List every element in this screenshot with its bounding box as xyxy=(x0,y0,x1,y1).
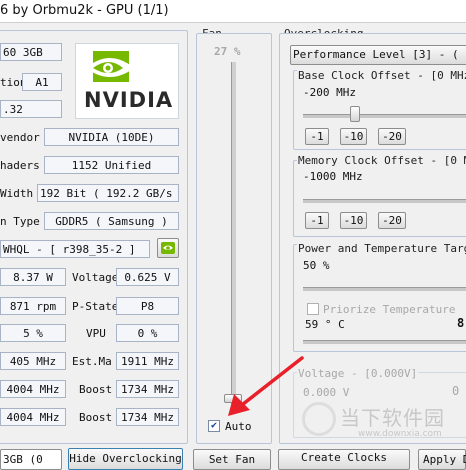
driver-field: WHQL - [ r398_35-2 ] xyxy=(0,240,150,258)
nvidia-small-icon xyxy=(161,242,175,254)
watermark-url: www.downxia.com xyxy=(358,429,442,439)
set-fan-button[interactable]: Set Fan xyxy=(193,449,271,470)
revision-field: A1 xyxy=(22,73,62,91)
voltage-offset-title: Voltage - [0.000V] xyxy=(297,367,419,380)
base-clock-minus-1-button[interactable]: -1 xyxy=(305,128,329,145)
hide-overclocking-button[interactable]: Hide Overclocking xyxy=(68,448,183,470)
gpu-select-dropdown[interactable]: 3GB (0 xyxy=(0,449,62,470)
default-memory-clock-field: 4004 MHz xyxy=(0,408,66,426)
boost-field: 1734 MHz xyxy=(116,380,179,398)
bios-field: .32 xyxy=(0,100,62,118)
pstate-label: P-State xyxy=(72,300,119,313)
performance-level-value: Performance Level [3] - ( xyxy=(293,48,459,61)
title-bar: 6 by Orbmu2k - GPU (1/1) xyxy=(0,0,466,23)
est-max-field: 1911 MHz xyxy=(116,352,179,370)
window-title: 6 by Orbmu2k - GPU (1/1) xyxy=(0,3,169,18)
gpu-clock-field: 405 MHz xyxy=(0,352,66,370)
shaders-label: haders xyxy=(0,159,40,172)
memory-clock-field: 4004 MHz xyxy=(0,380,66,398)
base-clock-minus-20-button[interactable]: -20 xyxy=(378,128,406,145)
vpu-label: VPU xyxy=(86,327,106,340)
bus-width-field: 192 Bit ( 192.2 GB/s ) xyxy=(37,184,179,202)
voltage-label: Voltage xyxy=(72,271,119,284)
gpu-select-value: 3GB (0 xyxy=(3,453,43,466)
nvidia-logo: NVIDIA xyxy=(75,43,179,119)
memory-clock-value: -1000 MHz xyxy=(303,170,363,183)
fan-percent-field: 5 % xyxy=(0,324,66,342)
base-clock-value: -200 MHz xyxy=(303,86,356,99)
memory-clock-slider-track[interactable] xyxy=(303,199,466,203)
prioritize-temp-label: Priorize Temperature xyxy=(323,303,456,316)
base-clock-slider-thumb[interactable] xyxy=(350,106,360,122)
vendor-label: vendor xyxy=(0,131,40,144)
fan-auto-label: Auto xyxy=(225,420,252,433)
memory-clock-minus-20-button[interactable]: -20 xyxy=(378,212,406,229)
annotation-arrow-icon xyxy=(228,356,304,416)
vendor-field: NVIDIA (10DE) xyxy=(44,128,179,146)
fan-rpm-field: 871 rpm xyxy=(0,297,66,315)
voltage-field: 0.625 V xyxy=(116,268,179,286)
gpu-name-field: 60 3GB xyxy=(0,43,62,61)
apply-defaults-button[interactable]: Apply D xyxy=(418,449,466,470)
temp-target-slider-track[interactable] xyxy=(303,340,466,344)
boost-label: Boost xyxy=(79,383,113,396)
temp-target-value: 59 ° C xyxy=(305,318,345,331)
fan-auto-checkbox[interactable]: ✔ xyxy=(208,420,220,432)
create-clocks-button[interactable]: Create Clocks xyxy=(278,449,410,470)
memory-clock-minus-10-button[interactable]: -10 xyxy=(340,212,367,229)
voltage-offset-right-value: 0 xyxy=(452,384,460,398)
memory-clock-minus-1-button[interactable]: -1 xyxy=(305,212,329,229)
nvidia-inspector-button[interactable] xyxy=(157,238,179,258)
fan-percent-readout: 27 % xyxy=(214,45,241,58)
default-boost-label: Boost xyxy=(79,411,113,424)
prioritize-temp-checkbox[interactable] xyxy=(307,303,319,315)
base-clock-minus-10-button[interactable]: -10 xyxy=(340,128,367,145)
shaders-field: 1152 Unified xyxy=(44,156,179,174)
est-max-label: Est.Ma xyxy=(72,355,112,368)
bus-width-label: Width xyxy=(0,187,34,200)
power-target-value: 50 % xyxy=(303,259,330,272)
pstate-field: P8 xyxy=(116,297,179,315)
power-target-slider-track[interactable] xyxy=(303,287,466,291)
performance-level-select[interactable]: Performance Level [3] - ( xyxy=(290,45,466,65)
watermark-text: 当下软件园 xyxy=(340,406,445,430)
memory-type-field: GDDR5 ( Samsung ) xyxy=(44,212,179,230)
memory-clock-title: Memory Clock Offset - [0 MHz xyxy=(297,154,466,167)
default-boost-field: 1734 MHz xyxy=(116,408,179,426)
base-clock-slider-track[interactable] xyxy=(303,114,466,118)
power-temp-title: Power and Temperature Target xyxy=(297,242,466,255)
memory-type-label: n Type xyxy=(0,215,40,228)
power-draw-field: 8.37 W xyxy=(0,268,66,286)
base-clock-title: Base Clock Offset - [0 MHz] xyxy=(297,69,466,82)
vpu-field: 0 % xyxy=(116,324,179,342)
temp-target-right-value: 8 xyxy=(457,316,465,330)
nvidia-logo-text: NVIDIA xyxy=(84,88,174,112)
